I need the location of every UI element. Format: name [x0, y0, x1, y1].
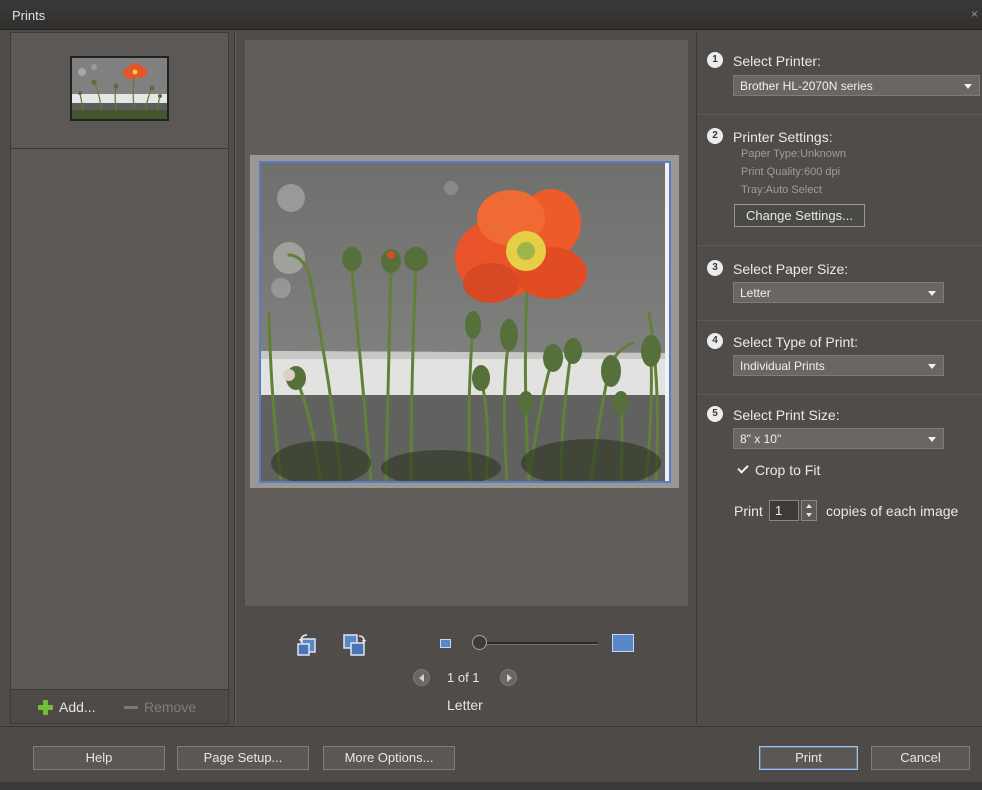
step-number-5: 5: [707, 406, 723, 422]
paper-size-label: Select Paper Size:: [733, 261, 849, 277]
photo-list-panel: Add... Remove: [10, 32, 229, 724]
remove-label: Remove: [144, 699, 197, 715]
copies-input[interactable]: [769, 500, 799, 521]
print-size-dropdown[interactable]: 8" x 10": [733, 428, 944, 449]
paper-size-dropdown[interactable]: Letter: [733, 282, 944, 303]
paper-size-dropdown-value: Letter: [740, 286, 771, 300]
photo-thumbnail-cell[interactable]: [11, 33, 228, 149]
print-type-dropdown-value: Individual Prints: [740, 359, 825, 373]
print-type-dropdown[interactable]: Individual Prints: [733, 355, 944, 376]
copies-stepper[interactable]: [801, 500, 817, 521]
more-options-button[interactable]: More Options...: [323, 746, 455, 770]
section-divider: [697, 394, 982, 395]
print-type-label: Select Type of Print:: [733, 334, 859, 350]
step-number-1: 1: [707, 52, 723, 68]
poppy-preview-image: [261, 163, 669, 481]
title-bar: Prints ×: [0, 0, 982, 30]
section-divider: [697, 114, 982, 115]
decrement-icon[interactable]: [806, 513, 812, 517]
cancel-button[interactable]: Cancel: [871, 746, 970, 770]
step-number-4: 4: [707, 333, 723, 349]
paper-type-text: Paper Type:Unknown: [741, 148, 846, 160]
zoom-slider-track[interactable]: [480, 642, 598, 645]
section-divider: [697, 245, 982, 246]
crop-to-fit-label: Crop to Fit: [755, 462, 821, 478]
page-setup-button[interactable]: Page Setup...: [177, 746, 309, 770]
help-button[interactable]: Help: [33, 746, 165, 770]
print-size-label: Select Print Size:: [733, 407, 840, 423]
section-divider: [697, 320, 982, 321]
window-bottom-edge: [0, 782, 982, 790]
print-copies-prefix: Print: [734, 503, 763, 519]
chevron-down-icon: [928, 364, 936, 369]
zoom-in-icon[interactable]: [612, 634, 634, 652]
window-title: Prints: [12, 8, 46, 23]
poppy-thumbnail-image: [72, 58, 167, 119]
copies-suffix: copies of each image: [826, 503, 959, 519]
step-number-3: 3: [707, 260, 723, 276]
tray-text: Tray:Auto Select: [741, 184, 822, 196]
zoom-out-icon[interactable]: [440, 639, 451, 648]
chevron-down-icon: [928, 437, 936, 442]
print-quality-text: Print Quality:600 dpi: [741, 166, 841, 178]
printer-settings-label: Printer Settings:: [733, 129, 833, 145]
crop-to-fit-checkbox[interactable]: [737, 463, 750, 476]
plus-icon: [37, 699, 53, 715]
remove-photo-button[interactable]: Remove: [124, 699, 196, 715]
print-settings-panel: 1 Select Printer: Brother HL-2070N serie…: [697, 32, 982, 724]
prints-dialog: Prints × Add... Remove 1 of 1 Letter 1 S…: [0, 0, 982, 790]
photo-thumbnail[interactable]: [70, 56, 169, 121]
chevron-down-icon: [964, 84, 972, 89]
increment-icon[interactable]: [806, 504, 812, 508]
photo-preview[interactable]: [259, 161, 671, 483]
add-photo-button[interactable]: Add...: [37, 699, 96, 715]
print-button[interactable]: Print: [759, 746, 858, 770]
step-number-2: 2: [707, 128, 723, 144]
divider: [235, 32, 236, 724]
photo-list-footer: Add... Remove: [11, 689, 228, 723]
page-count: 1 of 1: [447, 670, 480, 685]
change-settings-button[interactable]: Change Settings...: [734, 204, 865, 227]
close-icon[interactable]: ×: [971, 7, 978, 21]
add-label: Add...: [59, 699, 96, 715]
rotate-left-icon[interactable]: [296, 632, 322, 658]
next-page-icon[interactable]: [500, 669, 517, 686]
print-size-dropdown-value: 8" x 10": [740, 432, 782, 446]
previous-page-icon[interactable]: [413, 669, 430, 686]
minus-icon: [124, 705, 138, 709]
select-printer-label: Select Printer:: [733, 53, 821, 69]
chevron-down-icon: [928, 291, 936, 296]
printer-dropdown[interactable]: Brother HL-2070N series: [733, 75, 980, 96]
zoom-slider-thumb[interactable]: [472, 635, 487, 650]
paper-edge: [665, 163, 669, 481]
paper-size-caption-text: Letter: [447, 697, 483, 713]
rotate-right-icon[interactable]: [342, 632, 368, 658]
printer-dropdown-value: Brother HL-2070N series: [740, 79, 873, 93]
